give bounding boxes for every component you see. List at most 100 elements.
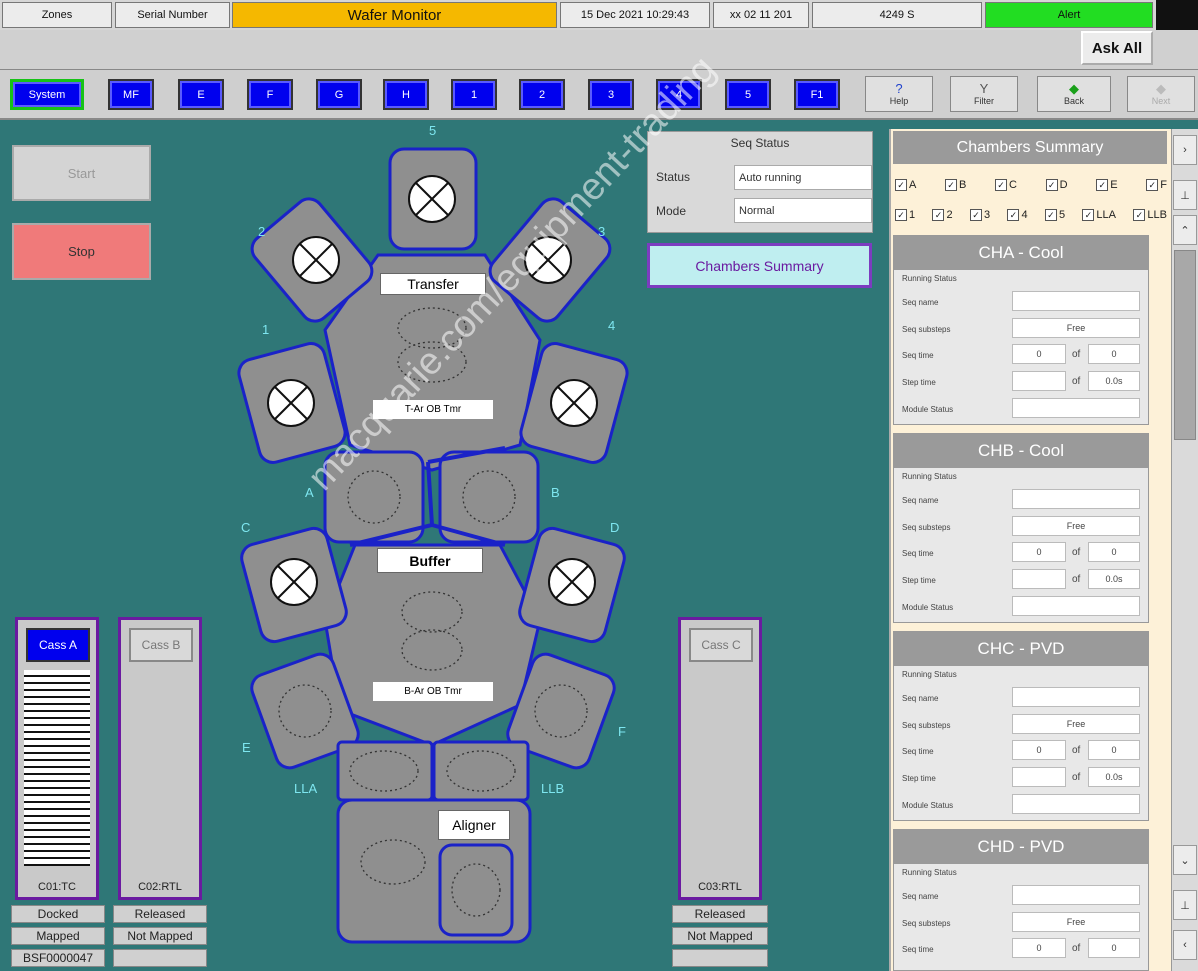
nav-g-button[interactable]: G [316, 79, 362, 110]
expand-panel-icon[interactable]: ‹ [1173, 930, 1197, 960]
chamber-b [438, 450, 540, 544]
scroll-up-icon[interactable]: ⌃ [1173, 215, 1197, 245]
filter-check-5[interactable]: ✓ 5 [1044, 206, 1065, 224]
label-f: F [618, 724, 626, 739]
of-label: of [1072, 547, 1081, 558]
filter-label-b: B [959, 179, 967, 191]
module-status-label: Module Status [902, 405, 954, 414]
scroll-thumb[interactable] [1174, 250, 1196, 440]
seq-time-field: 0 [1012, 542, 1066, 562]
collapse-panel-icon[interactable]: › [1173, 135, 1197, 165]
screen-title: Wafer Monitor [232, 2, 557, 28]
chamber-5-valve-icon [408, 175, 456, 223]
of-label: of [1072, 745, 1081, 756]
filter-check-3[interactable]: ✓ 3 [969, 206, 990, 224]
nav-h-button[interactable]: H [383, 79, 429, 110]
nav-f1-button[interactable]: F1 [794, 79, 840, 110]
start-button[interactable]: Start [12, 145, 151, 201]
label-3: 3 [598, 224, 605, 239]
label-b: B [551, 485, 560, 500]
checkbox-icon: ✓ [1007, 209, 1020, 221]
module-status-label: Module Status [902, 603, 954, 612]
filter-check-4[interactable]: ✓ 4 [1007, 206, 1028, 224]
cassette-a-status-mapped: Mapped [11, 927, 105, 945]
filter-check-1[interactable]: ✓ 1 [895, 206, 915, 224]
alert-indicator[interactable]: Alert [985, 2, 1153, 28]
cassette-c-status-released: Released [672, 905, 768, 923]
nav-system-button[interactable]: System [10, 79, 84, 110]
nav-e-button[interactable]: E [178, 79, 224, 110]
status-label: Status [656, 170, 691, 184]
nav-mf-button[interactable]: MF [108, 79, 154, 110]
seq-time-field: 0 [1012, 344, 1066, 364]
filter-label-4: 4 [1021, 209, 1028, 221]
cassette-b[interactable]: Cass B C02:RTL [118, 617, 202, 900]
running-status-label: Running Status [902, 868, 957, 877]
scroll-down-icon[interactable]: ⌄ [1173, 845, 1197, 875]
filter-check-a[interactable]: ✓ A [895, 176, 916, 194]
chambers-summary-button[interactable]: Chambers Summary [647, 243, 872, 288]
status-value-field: Auto running [734, 165, 872, 190]
next-button[interactable]: ◆ Next [1127, 76, 1195, 112]
pin-bottom-icon[interactable]: ⊥ [1173, 890, 1197, 920]
cassette-c-status-mapped: Not Mapped [672, 927, 768, 945]
seq-time-label: Seq time [902, 351, 934, 360]
filter-check-e[interactable]: ✓ E [1096, 176, 1118, 194]
nav-5-button[interactable]: 5 [725, 79, 771, 110]
user-display: 4249 S [812, 2, 982, 28]
chamber-card-chd: CHD - PVD Running Status Seq name Seq su… [893, 829, 1149, 971]
cassette-a-lot-id: BSF0000047 [11, 949, 105, 967]
pin-icon[interactable]: ⊥ [1173, 180, 1197, 210]
chamber-4-valve-icon [550, 379, 598, 427]
nav-1-button[interactable]: 1 [451, 79, 497, 110]
stop-button[interactable]: Stop [12, 223, 151, 280]
checkbox-icon: ✓ [945, 179, 957, 191]
step-time-field [1012, 767, 1066, 787]
module-status-field [1012, 596, 1140, 616]
cassette-a[interactable]: Cass A C01:TC [15, 617, 99, 900]
buffer-robot-label: B-Ar OB Tmr [373, 682, 493, 701]
step-total-field: 0.0s [1088, 767, 1140, 787]
nav-4-button[interactable]: 4 [656, 79, 702, 110]
step-time-label: Step time [902, 378, 936, 387]
seq-time-label: Seq time [902, 747, 934, 756]
filter-icon: Y [979, 81, 989, 96]
cassette-b-button[interactable]: Cass B [129, 628, 193, 662]
seq-name-field [1012, 291, 1140, 311]
filter-check-c[interactable]: ✓ C [995, 176, 1017, 194]
label-llb: LLB [541, 781, 564, 796]
filter-check-llb[interactable]: ✓ LLB [1133, 206, 1167, 224]
cassette-c[interactable]: Cass C C03:RTL [678, 617, 762, 900]
cassette-a-button[interactable]: Cass A [26, 628, 90, 662]
zones-field[interactable]: Zones [2, 2, 112, 28]
filter-check-f[interactable]: ✓ F [1146, 176, 1167, 194]
help-button[interactable]: ? Help [865, 76, 933, 112]
nav-f-button[interactable]: F [247, 79, 293, 110]
seq-total-field: 0 [1088, 740, 1140, 760]
filter-check-lla[interactable]: ✓ LLA [1082, 206, 1116, 224]
filter-button[interactable]: Y Filter [950, 76, 1018, 112]
nav-3-button[interactable]: 3 [588, 79, 634, 110]
transfer-label: Transfer [380, 273, 486, 295]
nav-2-button[interactable]: 2 [519, 79, 565, 110]
module-status-label: Module Status [902, 801, 954, 810]
chamber-filter-row-1: ✓ A ✓ B ✓ C ✓ D ✓ E ✓ F [895, 176, 1167, 194]
back-label: Back [1063, 96, 1084, 106]
filter-label-f: F [1160, 179, 1167, 191]
seq-name-field [1012, 489, 1140, 509]
label-1: 1 [262, 322, 269, 337]
back-button[interactable]: ◆ Back [1037, 76, 1111, 112]
cassette-b-status-mapped: Not Mapped [113, 927, 207, 945]
filter-check-b[interactable]: ✓ B [945, 176, 966, 194]
ask-all-button[interactable]: Ask All [1081, 31, 1153, 65]
seq-name-label: Seq name [902, 694, 939, 703]
filter-check-d[interactable]: ✓ D [1045, 176, 1068, 194]
label-c: C [241, 520, 250, 535]
serial-number-field[interactable]: Serial Number [115, 2, 230, 28]
module-status-field [1012, 794, 1140, 814]
chamber-card-cha: CHA - Cool Running Status Seq name Seq s… [893, 235, 1149, 425]
aligner-pocket [438, 843, 514, 937]
seq-total-field: 0 [1088, 344, 1140, 364]
cassette-c-button[interactable]: Cass C [689, 628, 753, 662]
filter-check-2[interactable]: ✓ 2 [932, 206, 953, 224]
